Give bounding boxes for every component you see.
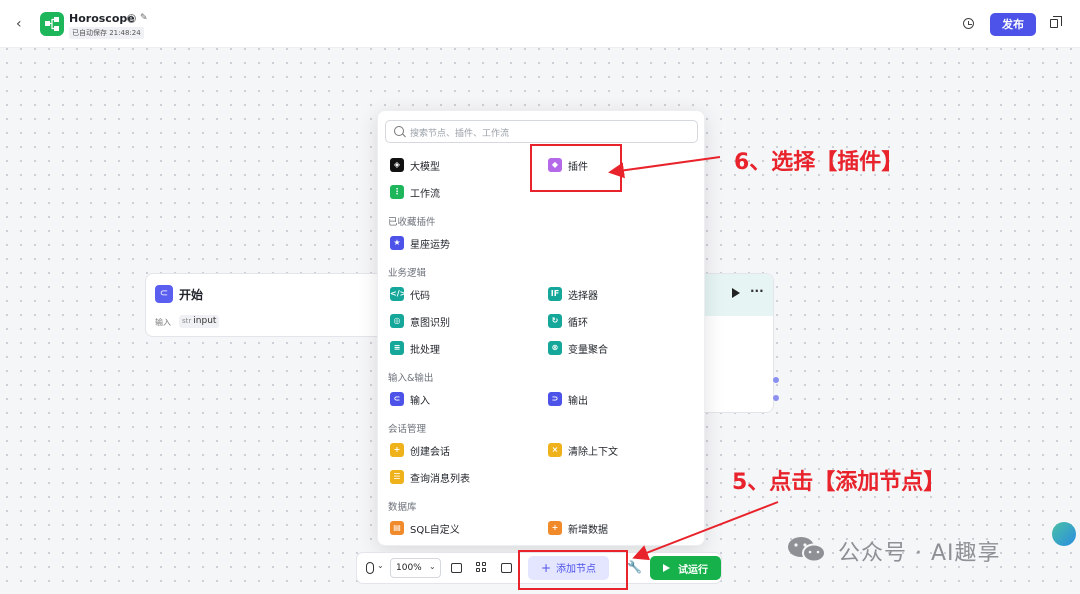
copy-icon[interactable]: [1050, 16, 1062, 28]
sql-icon: ▤: [390, 521, 404, 535]
comment-icon[interactable]: [451, 563, 462, 573]
message-list-icon: ☰: [390, 470, 404, 484]
start-input-param: str input: [179, 315, 220, 328]
play-icon: [663, 564, 670, 572]
menu-item-aggregate[interactable]: ⊗ 变量聚合: [548, 340, 608, 356]
chevron-down-icon[interactable]: ⌄: [377, 561, 384, 570]
section-title: 输入&输出: [388, 373, 434, 384]
chevron-left-icon[interactable]: ‹: [16, 16, 32, 32]
output-port[interactable]: [773, 395, 779, 401]
menu-item-batch[interactable]: ≡ 批处理: [390, 340, 440, 356]
add-data-icon: +: [548, 521, 562, 535]
clear-context-icon: ×: [548, 443, 562, 457]
menu-item-clear-context[interactable]: × 清除上下文: [548, 442, 618, 458]
menu-item-sql[interactable]: ▤ SQL自定义: [390, 520, 460, 536]
publish-button[interactable]: 发布: [990, 13, 1036, 36]
menu-item-create-chat[interactable]: + 创建会话: [390, 442, 450, 458]
chevron-down-icon: ⌄: [429, 562, 436, 571]
wrench-icon[interactable]: 🔧: [627, 560, 642, 574]
search-placeholder: 搜索节点、插件、工作流: [410, 129, 510, 139]
test-run-button[interactable]: 试运行: [650, 556, 721, 580]
start-node-title: 开始: [179, 288, 204, 302]
menu-item-selector[interactable]: IF 选择器: [548, 286, 598, 302]
menu-item-horoscope[interactable]: ★ 星座运势: [390, 235, 450, 251]
app-title: Horoscope: [69, 12, 135, 25]
minimap-icon[interactable]: [501, 563, 512, 573]
edit-icon[interactable]: ✎: [140, 13, 148, 23]
mouse-icon[interactable]: [366, 562, 374, 574]
menu-item-workflow[interactable]: ⋮ 工作流: [390, 184, 440, 200]
section-title: 已收藏插件: [388, 217, 436, 228]
workflow-icon: [40, 12, 64, 36]
code-icon: </>: [390, 287, 406, 301]
brand-logo: [1052, 522, 1076, 546]
watermark-text: 公众号 · AI趣享: [838, 541, 1001, 566]
zoom-value: 100%: [396, 563, 422, 573]
menu-item-llm[interactable]: ◈ 大模型: [390, 157, 440, 173]
menu-item-output[interactable]: ⊃ 输出: [548, 391, 588, 407]
test-run-label: 试运行: [678, 565, 708, 576]
info-icon[interactable]: i: [127, 14, 136, 23]
layout-icon[interactable]: [476, 562, 487, 573]
highlight-box-add-node: [518, 550, 628, 590]
section-title: 数据库: [388, 502, 417, 513]
top-bar: ‹ Horoscope i ✎ 已自动保存 21:48:24 发布: [0, 0, 1080, 48]
star-icon: ★: [390, 236, 404, 250]
menu-item-input[interactable]: ⊂ 输入: [390, 391, 430, 407]
menu-item-message-list[interactable]: ☰ 查询消息列表: [390, 469, 470, 485]
input-icon: ⊂: [390, 392, 404, 406]
if-icon: IF: [548, 287, 562, 301]
output-icon: ⊃: [548, 392, 562, 406]
search-input[interactable]: 搜索节点、插件、工作流: [385, 120, 698, 143]
search-icon: [394, 126, 404, 136]
start-input-label: 输入: [155, 318, 171, 327]
output-port[interactable]: [773, 377, 779, 383]
param-name: input: [193, 316, 217, 326]
wechat-logo: [786, 534, 828, 564]
menu-item-add-data[interactable]: + 新增数据: [548, 520, 608, 536]
llm-icon: ◈: [390, 158, 404, 172]
more-icon[interactable]: ···: [750, 284, 764, 298]
section-title: 会话管理: [388, 424, 427, 435]
aggregate-icon: ⊗: [548, 341, 562, 355]
start-icon: ⊂: [155, 285, 173, 303]
play-icon[interactable]: [732, 288, 740, 298]
history-icon[interactable]: [963, 18, 974, 29]
intent-icon: ◎: [390, 314, 404, 328]
section-title: 业务逻辑: [388, 268, 427, 279]
start-node[interactable]: ⊂ 开始 输入 str input: [145, 273, 385, 337]
loop-icon: ↻: [548, 314, 562, 328]
annotation-step5: 5、点击【添加节点】: [732, 470, 946, 495]
save-status: 已自动保存 21:48:24: [69, 27, 144, 39]
param-type: str: [182, 317, 192, 325]
create-chat-icon: +: [390, 443, 404, 457]
menu-item-intent[interactable]: ◎ 意图识别: [390, 313, 450, 329]
zoom-select[interactable]: 100% ⌄: [390, 558, 441, 578]
menu-item-loop[interactable]: ↻ 循环: [548, 313, 588, 329]
highlight-box-plugin: [530, 144, 622, 192]
menu-item-code[interactable]: </> 代码: [390, 286, 430, 302]
annotation-step6: 6、选择【插件】: [734, 150, 904, 175]
batch-icon: ≡: [390, 341, 404, 355]
workflow-icon: ⋮: [390, 185, 404, 199]
